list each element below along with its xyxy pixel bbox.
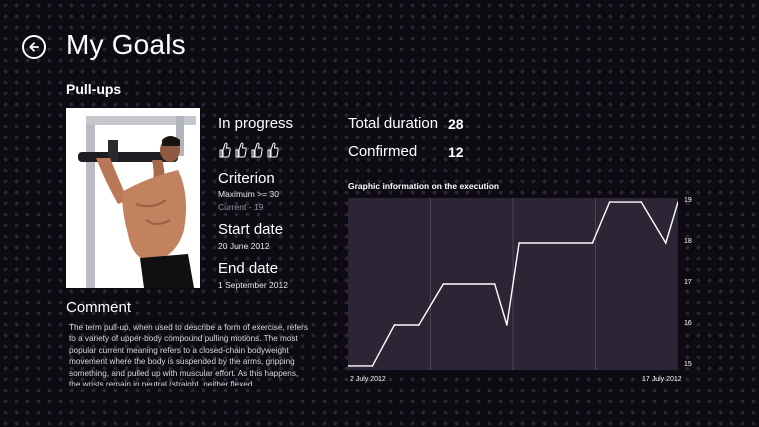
confirmed-label: Confirmed <box>348 143 418 160</box>
total-duration-label: Total duration <box>348 115 439 132</box>
goal-name: Pull-ups <box>66 81 122 97</box>
y-tick-label: 15 <box>684 360 692 368</box>
thumbs-up-icon <box>235 142 247 158</box>
confirmed-value: 12 <box>448 144 464 160</box>
y-tick-label: 18 <box>684 238 692 246</box>
data-point <box>591 242 594 244</box>
x-start-label: 2 July 2012 <box>350 376 386 383</box>
thumbs-up-icon <box>267 142 279 158</box>
thumbs-up-icon <box>251 142 263 158</box>
data-point <box>664 242 667 244</box>
y-tick-label: 17 <box>684 279 692 286</box>
total-duration-value: 28 <box>448 116 464 132</box>
start-date-value: 20 June 2012 <box>218 241 270 251</box>
criterion-current: Current - 19 <box>218 202 263 212</box>
data-point <box>506 324 508 326</box>
criterion-condition: Maximum >= 30 <box>218 189 279 199</box>
start-date-label: Start date <box>218 221 284 238</box>
thumbs-up-icon <box>219 142 231 158</box>
data-point <box>442 283 445 285</box>
back-button[interactable] <box>22 35 46 59</box>
data-point <box>493 283 496 285</box>
end-date-value: 1 September 2012 <box>218 280 288 290</box>
current-separator: - <box>248 202 252 212</box>
data-point <box>393 324 396 326</box>
y-tick-label: 19 <box>684 197 692 205</box>
arrow-left-icon <box>29 42 39 52</box>
current-value: 19 <box>253 202 264 212</box>
data-point <box>608 201 611 203</box>
page-title: My Goals <box>66 29 186 60</box>
comment-text: The term pull-up, when used to describe … <box>69 323 308 386</box>
y-tick-label: 16 <box>684 319 692 327</box>
x-end-label: 17 July 2012 <box>642 376 682 383</box>
exercise-photo <box>66 108 200 288</box>
data-point <box>418 324 420 326</box>
comment-label: Comment <box>66 299 132 316</box>
execution-chart <box>347 198 679 370</box>
data-point <box>518 242 520 244</box>
current-label: Current <box>218 202 247 212</box>
data-point <box>371 365 374 367</box>
criterion-label: Criterion <box>218 170 275 187</box>
chart-title: Graphic information on the execution <box>348 181 500 191</box>
goal-status: In progress <box>218 115 294 132</box>
execution-chart-svg <box>347 198 679 370</box>
rating-thumbs <box>218 141 279 158</box>
data-point <box>640 201 643 203</box>
end-date-label: End date <box>218 260 279 277</box>
